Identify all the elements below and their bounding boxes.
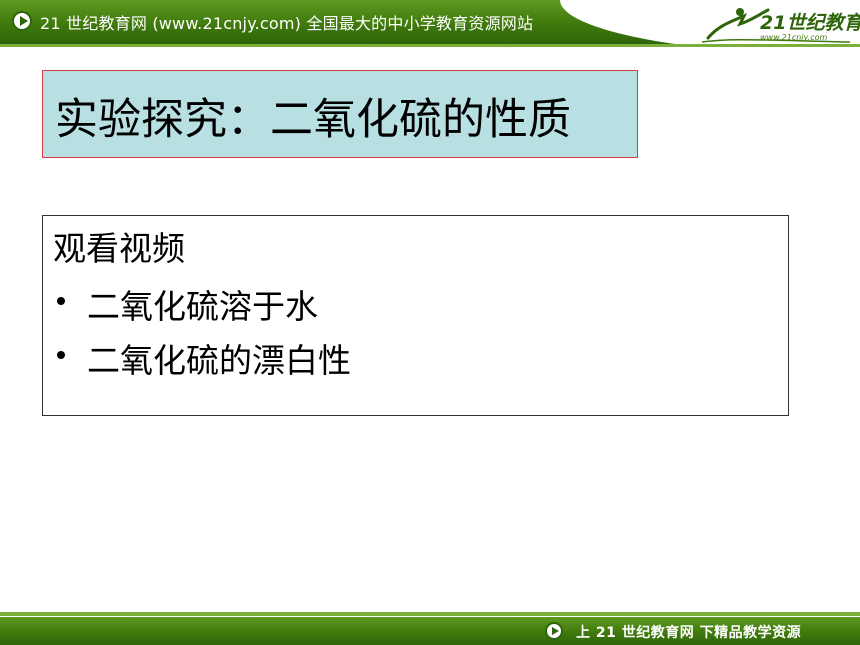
- play-icon[interactable]: [545, 622, 563, 640]
- header-site-text: 21 世纪教育网 (www.21cnjy.com) 全国最大的中小学教育资源网站: [40, 14, 534, 33]
- footer-text: 上 21 世纪教育网 下精品教学资源: [576, 625, 802, 641]
- content-heading: 观看视频: [53, 229, 185, 268]
- play-icon[interactable]: [12, 11, 32, 31]
- bullet-icon: [57, 351, 65, 359]
- slide-title-box: 实验探究：二氧化硫的性质: [42, 70, 638, 158]
- logo-url: www.21cnjy.com: [760, 33, 828, 42]
- content-box: 观看视频 二氧化硫溶于水 二氧化硫的漂白性: [42, 215, 789, 416]
- slide-title: 实验探究：二氧化硫的性质: [55, 95, 571, 145]
- list-item-label: 二氧化硫的漂白性: [87, 341, 351, 380]
- list-item-label: 二氧化硫溶于水: [87, 287, 318, 326]
- footer-stripe: [0, 612, 860, 616]
- bullet-icon: [57, 297, 65, 305]
- logo-wordmark: 21世纪教育: [760, 12, 860, 34]
